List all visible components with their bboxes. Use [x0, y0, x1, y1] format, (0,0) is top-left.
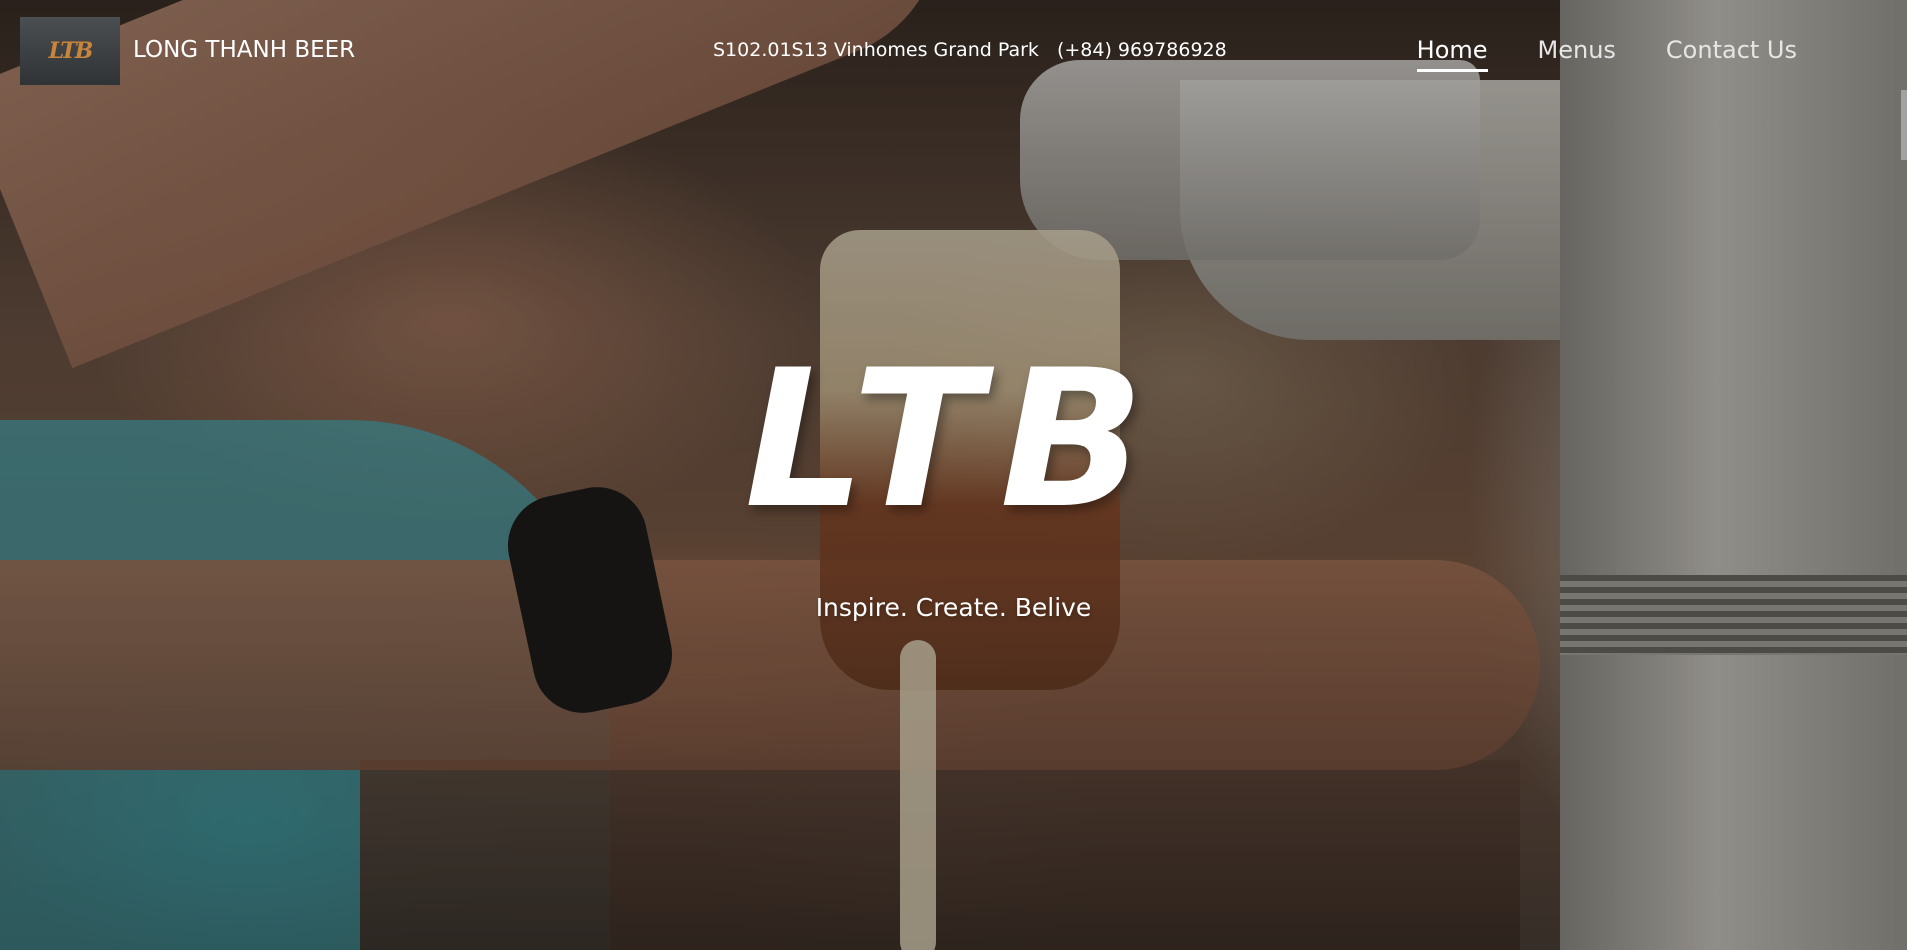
nav-link-contact-us[interactable]: Contact Us [1666, 36, 1797, 72]
nav-link-menus[interactable]: Menus [1538, 36, 1616, 72]
page: LTB LONG THANH BEER S102.01S13 Vinhomes … [0, 0, 1907, 950]
contact-info: S102.01S13 Vinhomes Grand Park (+84) 969… [713, 39, 1227, 61]
logo-mark: LTB [48, 38, 94, 64]
brand-name[interactable]: LONG THANH BEER [133, 37, 355, 63]
top-navbar: LTB LONG THANH BEER S102.01S13 Vinhomes … [0, 0, 1907, 100]
hero-subtitle: Inspire. Create. Belive [815, 593, 1092, 622]
phone-text: (+84) 969786928 [1056, 39, 1227, 61]
scrollbar[interactable] [1901, 90, 1907, 160]
nav-link-home[interactable]: Home [1416, 36, 1488, 72]
main-nav: Home Menus Contact Us [1416, 36, 1797, 72]
address-text: S102.01S13 Vinhomes Grand Park [713, 39, 1039, 61]
hero-title: LTB [744, 329, 1163, 550]
logo[interactable]: LTB [20, 17, 120, 85]
